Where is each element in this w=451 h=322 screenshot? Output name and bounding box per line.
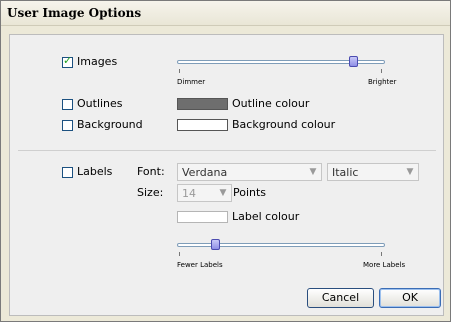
- dialog-title: User Image Options: [7, 6, 142, 20]
- chevron-down-icon[interactable]: ▼: [216, 186, 230, 200]
- cancel-button[interactable]: Cancel: [307, 288, 374, 308]
- outlines-checkbox[interactable]: [62, 99, 73, 110]
- background-colour-label: Background colour: [232, 118, 336, 131]
- images-label: Images: [77, 55, 118, 68]
- font-style-value: Italic: [332, 166, 359, 179]
- brighter-label: Brighter: [368, 78, 397, 86]
- label-density-slider-track[interactable]: [177, 243, 385, 247]
- size-label: Size:: [137, 186, 164, 199]
- check-icon: ✓: [63, 54, 73, 67]
- dimmer-label: Dimmer: [177, 78, 206, 86]
- label-density-slider-thumb[interactable]: [211, 239, 220, 250]
- outline-colour-swatch[interactable]: [177, 98, 228, 110]
- font-value: Verdana: [182, 166, 228, 179]
- labels-label: Labels: [77, 165, 113, 178]
- fewer-labels-label: Fewer Labels: [177, 261, 223, 269]
- labels-checkbox[interactable]: [62, 167, 73, 178]
- size-select[interactable]: 14 ▼: [177, 184, 232, 202]
- slider-tick: [381, 252, 382, 256]
- size-value: 14: [182, 187, 196, 200]
- chevron-down-icon[interactable]: ▼: [403, 165, 417, 179]
- font-select[interactable]: Verdana ▼: [177, 163, 322, 181]
- points-label: Points: [233, 186, 267, 199]
- title-bar[interactable]: User Image Options: [1, 1, 450, 26]
- dialog-window: User Image Options ✓ Images Dimmer Brigh…: [0, 0, 451, 322]
- images-checkbox[interactable]: ✓: [62, 54, 73, 68]
- font-style-select[interactable]: Italic ▼: [327, 163, 419, 181]
- chevron-down-icon[interactable]: ▼: [306, 165, 320, 179]
- options-panel: ✓ Images Dimmer Brighter Outlines Outlin…: [9, 34, 444, 316]
- label-colour-label: Label colour: [232, 210, 300, 223]
- slider-tick: [179, 69, 180, 73]
- background-colour-swatch[interactable]: [177, 119, 228, 131]
- outlines-label: Outlines: [77, 97, 123, 110]
- background-label: Background: [77, 118, 143, 131]
- label-colour-swatch[interactable]: [177, 211, 228, 223]
- font-label: Font:: [137, 165, 165, 178]
- background-checkbox[interactable]: [62, 120, 73, 131]
- slider-tick: [381, 69, 382, 73]
- more-labels-label: More Labels: [363, 261, 406, 269]
- brightness-slider-thumb[interactable]: [349, 56, 358, 67]
- section-divider: [18, 150, 436, 151]
- ok-button[interactable]: OK: [379, 288, 441, 308]
- outline-colour-label: Outline colour: [232, 97, 310, 110]
- slider-tick: [179, 252, 180, 256]
